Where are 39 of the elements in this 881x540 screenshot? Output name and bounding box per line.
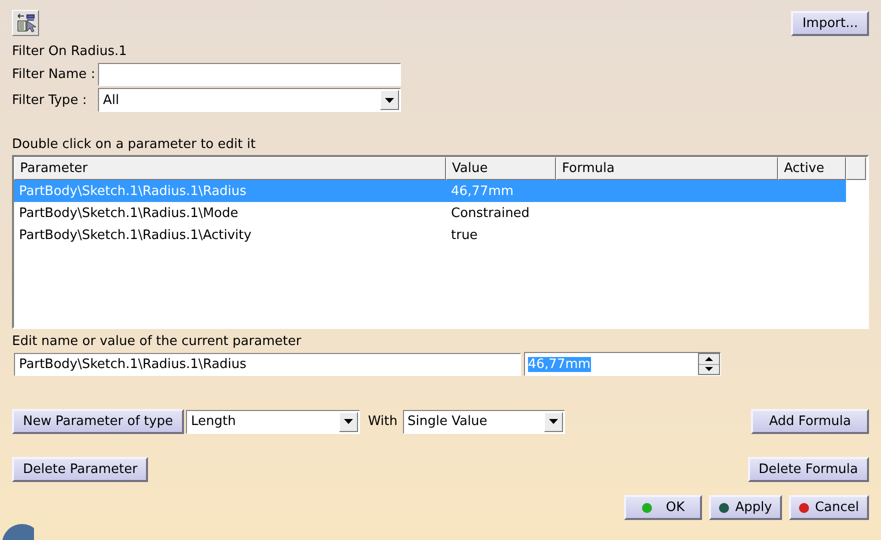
caret-icon <box>548 419 558 424</box>
table-cell-text: Constrained <box>450 204 531 222</box>
table-cell-text: PartBody\Sketch.1\Radius.1\Activity <box>18 226 252 244</box>
import-button[interactable]: Import... <box>791 10 869 36</box>
list-cursor-icon <box>16 13 36 33</box>
down-arrow-icon <box>705 367 713 372</box>
table-cell-text: 46,77mm <box>450 182 515 200</box>
table-row[interactable]: PartBody\Sketch.1\Radius.1\Activity true <box>14 224 846 246</box>
editor-caption: Edit name or value of the current parameter <box>12 334 302 349</box>
filter-type-label: Filter Type : <box>12 92 88 108</box>
spin-buttons[interactable] <box>698 353 720 375</box>
dialog-button[interactable]: Cancel <box>788 495 869 520</box>
column-header[interactable]: Active <box>778 157 846 180</box>
column-header[interactable]: Parameter <box>14 157 446 180</box>
with-label: With <box>368 414 398 429</box>
delete-formula-button[interactable]: Delete Formula <box>748 457 869 482</box>
table-caption: Double click on a parameter to edit it <box>12 137 256 152</box>
add-formula-button[interactable]: Add Formula <box>751 409 869 434</box>
up-arrow-icon <box>705 356 713 361</box>
parameter-filter-button[interactable] <box>12 10 39 36</box>
filter-name-label: Filter Name : <box>12 67 96 82</box>
table-cell-text: true <box>450 226 479 244</box>
column-header[interactable]: Formula <box>556 157 778 180</box>
dropdown[interactable]: Single Value <box>402 410 564 434</box>
delete-parameter-button[interactable]: Delete Parameter <box>12 457 148 482</box>
dropdown[interactable]: All <box>98 88 401 112</box>
caret-icon <box>344 419 353 424</box>
filter-title: Filter On Radius.1 <box>12 44 127 59</box>
table-cell-text: PartBody\Sketch.1\Radius.1\Mode <box>18 204 240 222</box>
new-parameter-button[interactable]: New Parameter of type <box>12 409 184 434</box>
caret-icon <box>385 98 394 102</box>
table-cell-text: PartBody\Sketch.1\Radius.1\Radius <box>18 182 248 200</box>
dialog-button[interactable]: Apply <box>709 495 782 520</box>
dropdown[interactable]: Length <box>186 410 360 434</box>
parameter-name-field[interactable]: PartBody\Sketch.1\Radius.1\Radius <box>14 352 521 376</box>
filter-name-field[interactable] <box>98 63 401 86</box>
table-row[interactable]: PartBody\Sketch.1\Radius.1\Mode Constrained <box>14 202 846 224</box>
column-header[interactable]: Value <box>446 157 556 180</box>
dialog-button[interactable]: OK <box>624 495 702 520</box>
